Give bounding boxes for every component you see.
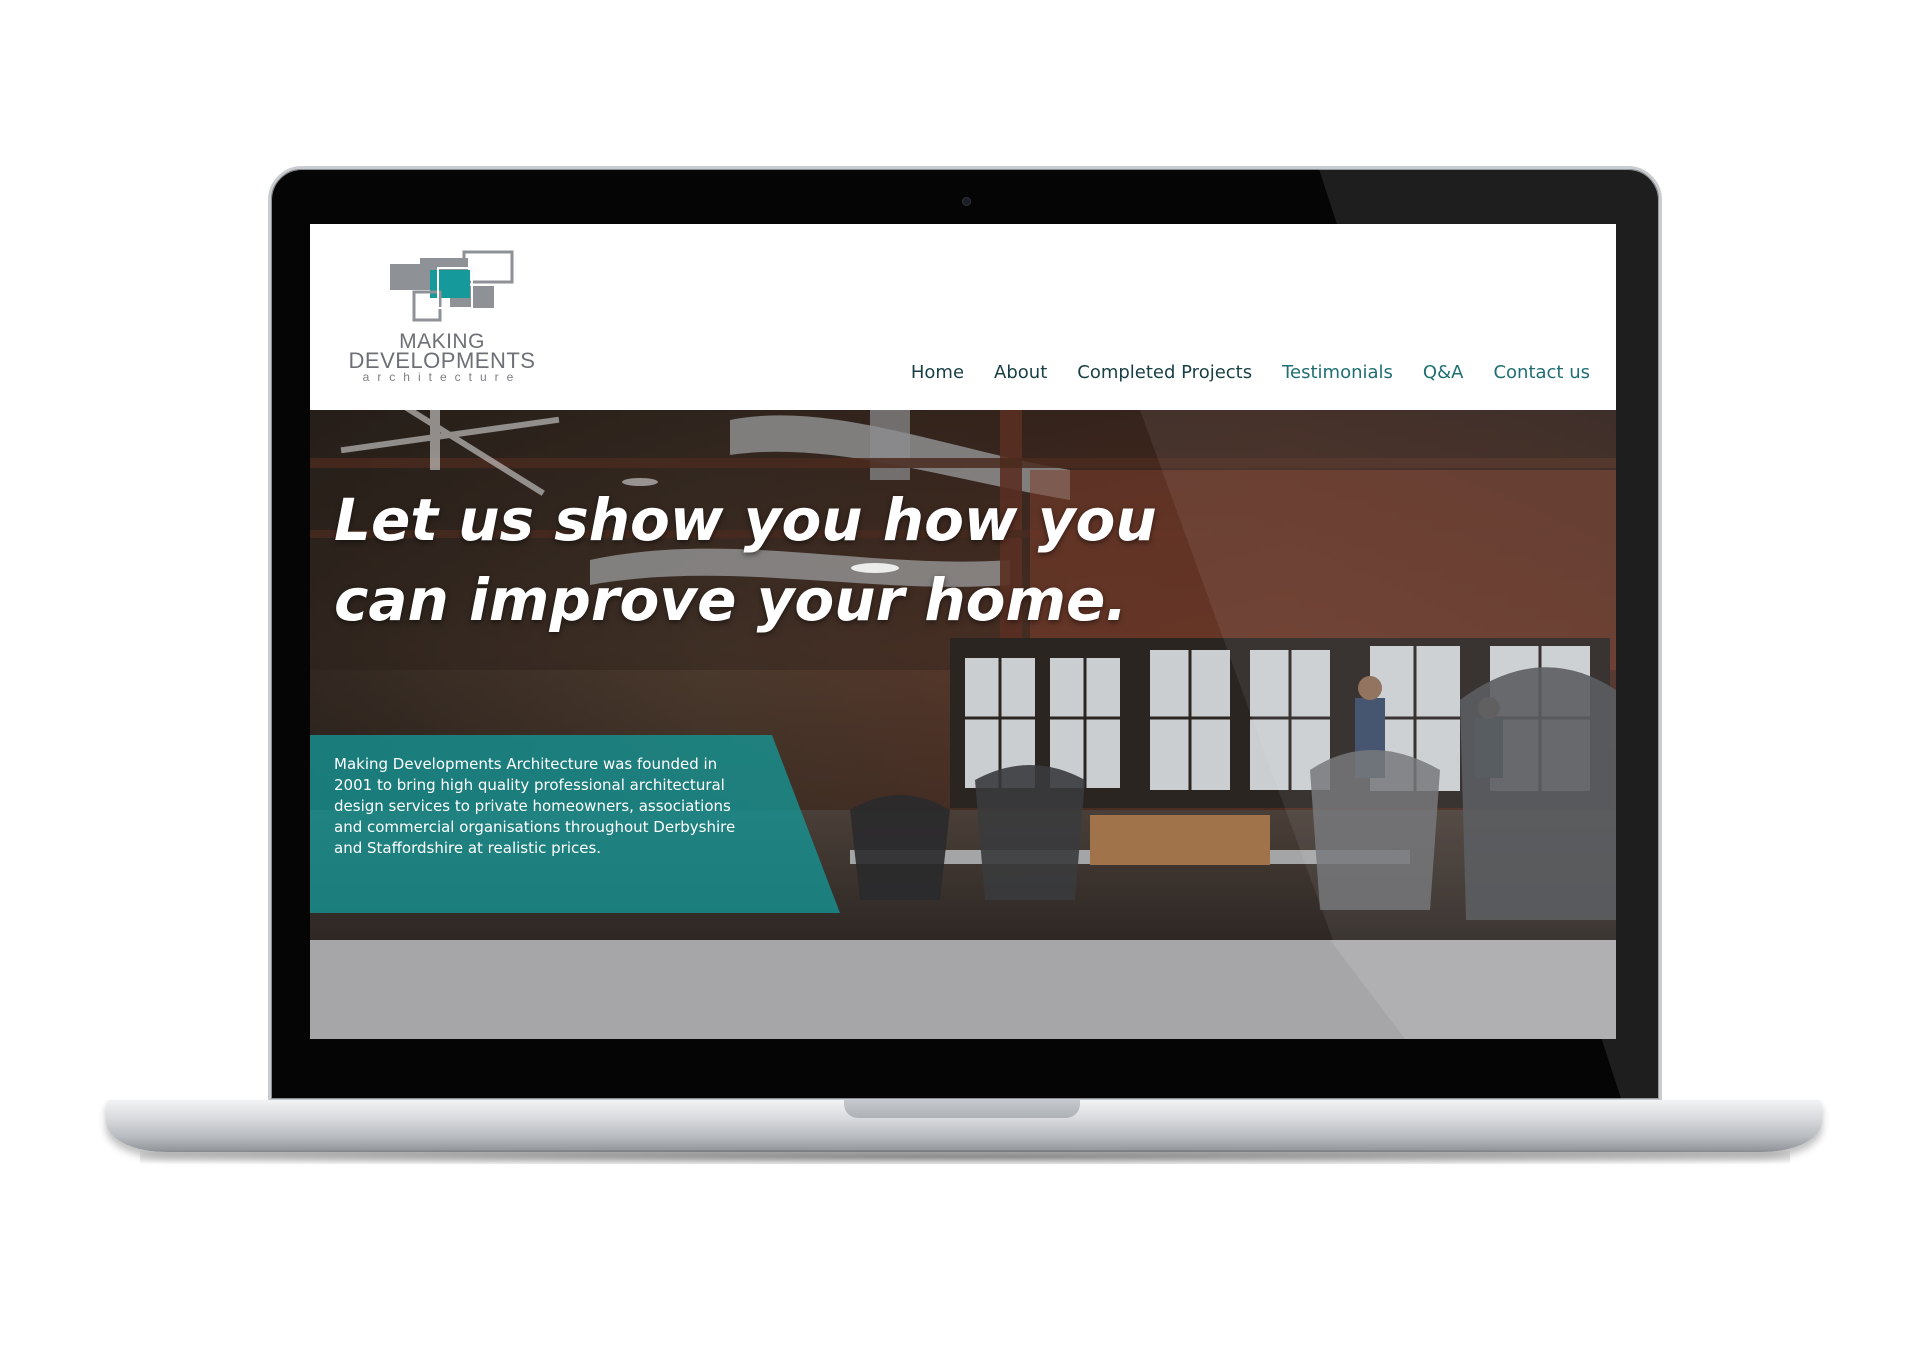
nav-testimonials[interactable]: Testimonials — [1282, 362, 1393, 383]
laptop-mockup: MAKING DEVELOPMENTS architecture Home Ab… — [0, 0, 1920, 1352]
hero-banner: Let us show you how you can improve your… — [310, 410, 1616, 940]
nav-contact-us[interactable]: Contact us — [1493, 362, 1590, 383]
laptop-shadow — [140, 1150, 1790, 1164]
hero-headline: Let us show you how you can improve your… — [334, 486, 1157, 634]
nav-completed-projects[interactable]: Completed Projects — [1077, 362, 1252, 383]
hero-intro-text: Making Developments Architecture was fou… — [334, 755, 736, 857]
nav-qa[interactable]: Q&A — [1423, 362, 1464, 383]
logo-text-architecture: architecture — [362, 370, 522, 384]
site-header: MAKING DEVELOPMENTS architecture Home Ab… — [310, 224, 1616, 410]
nav-about[interactable]: About — [994, 362, 1047, 383]
logo-mark-icon — [390, 250, 514, 322]
nav-home[interactable]: Home — [911, 362, 964, 383]
webcam-icon — [962, 197, 971, 206]
logo-text-developments: DEVELOPMENTS — [348, 348, 536, 373]
laptop-opening-notch — [844, 1100, 1080, 1118]
site-logo[interactable]: MAKING DEVELOPMENTS architecture — [332, 250, 552, 390]
browser-viewport: MAKING DEVELOPMENTS architecture Home Ab… — [310, 224, 1616, 1039]
main-nav: Home About Completed Projects Testimonia… — [911, 362, 1590, 383]
